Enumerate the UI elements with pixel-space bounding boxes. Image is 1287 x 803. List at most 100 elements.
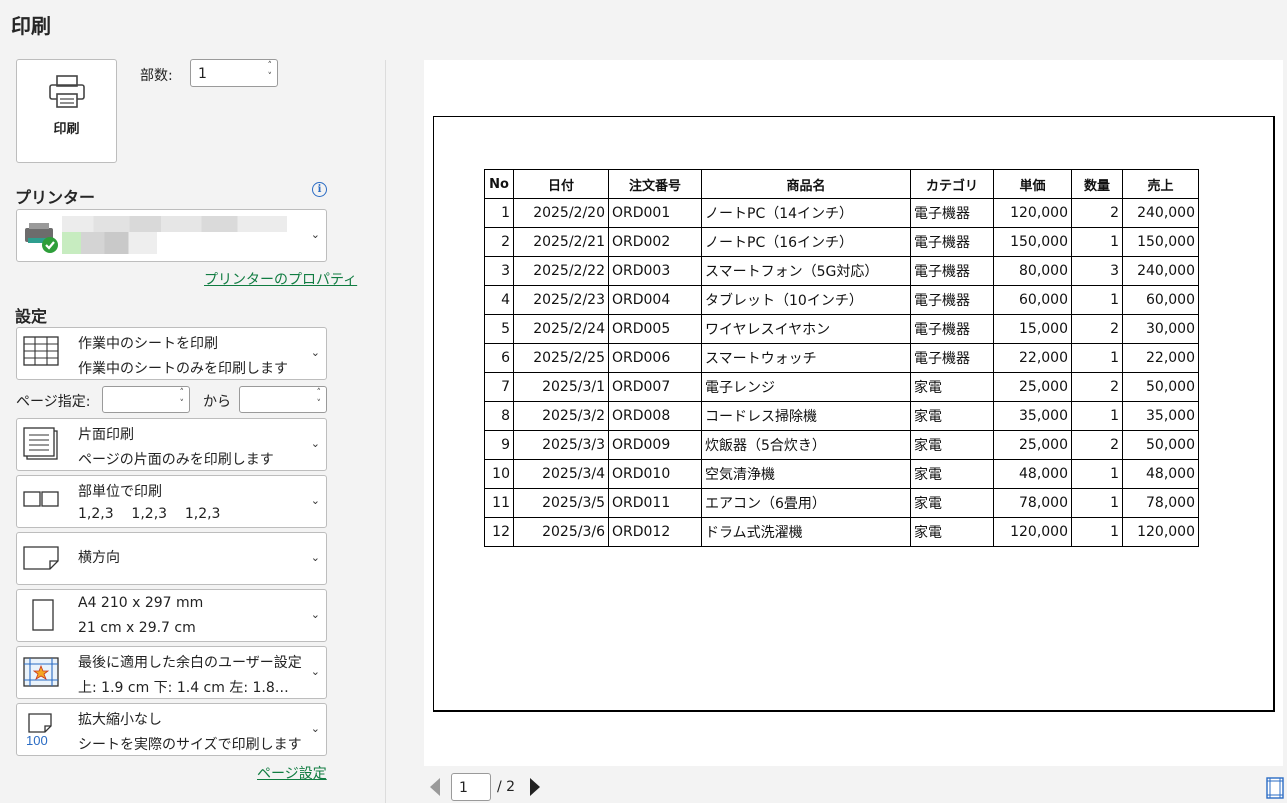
print-scope-select[interactable]: 作業中のシートを印刷 作業中のシートのみを印刷します ⌄ <box>16 327 327 380</box>
table-cell: 電子機器 <box>910 285 994 315</box>
column-header: 売上 <box>1122 169 1199 199</box>
printer-select[interactable]: ⌄ <box>16 209 327 262</box>
orientation-select[interactable]: 横方向 ⌄ <box>16 532 327 585</box>
table-cell: ワイヤレスイヤホン <box>701 314 911 344</box>
table-cell: 60,000 <box>993 285 1072 315</box>
chevron-down-icon: ⌄ <box>310 437 320 450</box>
paper-size-title: A4 210 x 297 mm <box>78 595 204 611</box>
table-cell: ORD006 <box>608 343 702 373</box>
chevron-down-icon: ⌄ <box>310 551 320 564</box>
table-cell: 80,000 <box>993 256 1072 286</box>
table-cell: 1 <box>1071 401 1123 431</box>
table-cell: 48,000 <box>993 459 1072 489</box>
chevron-down-icon: ⌄ <box>310 608 320 621</box>
stepper-arrows-icon[interactable]: ˄ ˅ <box>180 388 185 410</box>
settings-section-title: 設定 <box>15 307 48 326</box>
table-cell: 120,000 <box>1122 517 1199 547</box>
table-cell: 電子機器 <box>910 343 994 373</box>
table-cell: 炊飯器（5合炊き） <box>701 430 911 460</box>
sides-select[interactable]: 片面印刷 ページの片面のみを印刷します ⌄ <box>16 418 327 471</box>
table-cell: 9 <box>484 430 514 460</box>
table-cell: 2 <box>1071 198 1123 228</box>
table-cell: 家電 <box>910 459 994 489</box>
page-to-stepper[interactable]: ˄ ˅ <box>239 386 327 413</box>
sides-desc: ページの片面のみを印刷します <box>78 452 274 468</box>
orientation-title: 横方向 <box>78 550 120 566</box>
print-settings-pane: 印刷 部数: 1 ˄ ˅ プリンター i ⌄ プリンターのプロパティ 設定 作業中 <box>0 0 386 803</box>
collate-title: 部単位で印刷 <box>78 484 162 500</box>
table-cell: 15,000 <box>993 314 1072 344</box>
page-from-stepper[interactable]: ˄ ˅ <box>102 386 190 413</box>
copies-label: 部数: <box>140 68 173 84</box>
table-cell: 電子機器 <box>910 256 994 286</box>
landscape-page-icon <box>23 546 59 570</box>
table-cell: 2025/2/20 <box>513 198 609 228</box>
page-range-to-label: から <box>203 394 231 410</box>
table-cell: 11 <box>484 488 514 518</box>
table-cell: 25,000 <box>993 430 1072 460</box>
collate-icon <box>23 491 59 507</box>
chevron-down-icon: ⌄ <box>310 228 320 241</box>
show-margins-icon[interactable] <box>1266 777 1284 799</box>
page-number-input[interactable]: 1 <box>451 773 491 801</box>
page-setup-link[interactable]: ページ設定 <box>257 763 327 783</box>
table-cell: 2025/3/2 <box>513 401 609 431</box>
printer-properties-link[interactable]: プリンターのプロパティ <box>204 269 357 289</box>
table-header-row: No 日付 注文番号 商品名 カテゴリ 単価 数量 売上 <box>484 169 1199 199</box>
info-icon[interactable]: i <box>312 182 327 197</box>
table-cell: 78,000 <box>993 488 1072 518</box>
table-cell: 2025/2/23 <box>513 285 609 315</box>
table-row: 2 2025/2/21 ORD002 ノートPC（16インチ） 電子機器 150,000 1… <box>484 227 1199 257</box>
print-scope-desc: 作業中のシートのみを印刷します <box>78 361 288 377</box>
print-button[interactable]: 印刷 <box>16 59 117 163</box>
column-header: 数量 <box>1071 169 1123 199</box>
previous-page-icon[interactable] <box>430 778 440 796</box>
table-cell: 1 <box>1071 343 1123 373</box>
table-cell: 2025/3/6 <box>513 517 609 547</box>
printer-section-title: プリンター <box>15 188 96 207</box>
table-cell: 2025/3/1 <box>513 372 609 402</box>
table-cell: 2 <box>1071 430 1123 460</box>
stepper-arrows-icon[interactable]: ˄ ˅ <box>268 61 273 83</box>
paper-size-desc: 21 cm x 29.7 cm <box>78 620 196 636</box>
table-cell: 4 <box>484 285 514 315</box>
table-cell: 家電 <box>910 401 994 431</box>
table-body: 1 2025/2/20 ORD001 ノートPC（14インチ） 電子機器 120,000 2… <box>484 198 1199 547</box>
copies-stepper[interactable]: 1 ˄ ˅ <box>190 59 278 87</box>
scaling-desc: シートを実際のサイズで印刷します <box>78 737 302 753</box>
table-cell: 240,000 <box>1122 198 1199 228</box>
table-cell: 2 <box>1071 372 1123 402</box>
table-cell: 12 <box>484 517 514 547</box>
next-page-icon[interactable] <box>530 778 540 796</box>
scaling-select[interactable]: 100 拡大縮小なし シートを実際のサイズで印刷します ⌄ <box>16 703 327 756</box>
page-range-label: ページ指定: <box>16 394 91 410</box>
table-cell: 電子レンジ <box>701 372 911 402</box>
table-cell: 150,000 <box>993 227 1072 257</box>
scaling-icon-text: 100 <box>26 733 48 748</box>
table-cell: 2025/2/25 <box>513 343 609 373</box>
table-cell: 1 <box>1071 285 1123 315</box>
table-cell: 3 <box>1071 256 1123 286</box>
table-cell: 22,000 <box>993 343 1072 373</box>
table-cell: 電子機器 <box>910 227 994 257</box>
table-cell: 1 <box>1071 517 1123 547</box>
portrait-page-icon <box>32 599 54 631</box>
table-cell: 2025/3/4 <box>513 459 609 489</box>
table-cell: 6 <box>484 343 514 373</box>
table-cell: ORD002 <box>608 227 702 257</box>
table-cell: エアコン（6畳用） <box>701 488 911 518</box>
margins-select[interactable]: 最後に適用した余白のユーザー設定 上: 1.9 cm 下: 1.4 cm 左: … <box>16 646 327 699</box>
stepper-arrows-icon[interactable]: ˄ ˅ <box>317 388 322 410</box>
column-header: 単価 <box>993 169 1072 199</box>
paper-size-select[interactable]: A4 210 x 297 mm 21 cm x 29.7 cm ⌄ <box>16 589 327 642</box>
page-total: / 2 <box>497 779 516 795</box>
table-cell: コードレス掃除機 <box>701 401 911 431</box>
collate-select[interactable]: 部単位で印刷 1,2,3 1,2,3 1,2,3 ⌄ <box>16 475 327 528</box>
table-cell: ORD009 <box>608 430 702 460</box>
sides-title: 片面印刷 <box>78 427 134 443</box>
table-cell: 家電 <box>910 488 994 518</box>
table-cell: 家電 <box>910 430 994 460</box>
table-cell: スマートフォン（5G対応） <box>701 256 911 286</box>
current-page-value: 1 <box>459 780 468 796</box>
column-header: カテゴリ <box>910 169 994 199</box>
